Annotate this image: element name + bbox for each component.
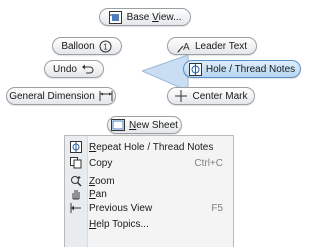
shortcut-label: Ctrl+C [194,157,223,169]
menu-item-label: Previous View [89,202,153,214]
menu-item-label: Copy [89,157,113,169]
center-mark-icon [174,89,188,103]
undo-button[interactable]: Undo [44,60,104,78]
menu-item-zoom[interactable]: Zoom [65,174,235,188]
balloon-label: Balloon [61,40,95,52]
shortcut-label: F5 [211,202,223,214]
zoom-icon [69,175,83,187]
hole-thread-notes-label: Hole / Thread Notes [205,63,296,75]
general-dimension-icon [99,89,113,103]
general-dimension-button[interactable]: General Dimension [6,87,116,105]
menu-item-repeat-hole-thread-notes[interactable]: Repeat Hole / Thread Notes [65,140,235,154]
hole-notes-icon [69,141,83,153]
menu-item-label: Help Topics... [89,218,149,230]
svg-text:A: A [183,42,190,53]
menu-item-previous-view[interactable]: Previous View F5 [65,201,235,215]
menu-item-pan[interactable]: Pan [65,187,235,201]
balloon-icon: 1 [99,39,113,53]
context-menu: Repeat Hole / Thread Notes Copy Ctrl+C Z… [64,135,234,247]
previous-view-icon [69,202,83,214]
menu-item-label: Pan [89,188,107,200]
leader-text-button[interactable]: A Leader Text [167,37,257,55]
menu-item-label: Repeat Hole / Thread Notes [89,141,214,153]
new-sheet-button[interactable]: New Sheet [107,116,182,134]
svg-text:1: 1 [103,42,108,51]
general-dimension-label: General Dimension [9,90,95,102]
hole-thread-notes-button[interactable]: Hole / Thread Notes [183,60,301,78]
menu-item-label: Zoom [89,175,115,187]
center-mark-label: Center Mark [192,90,248,102]
leader-text-label: Leader Text [194,40,248,52]
pan-icon [69,188,83,200]
base-view-label: Base View... [126,11,182,23]
new-sheet-icon [111,118,126,132]
menu-item-help-topics[interactable]: Help Topics... [65,217,235,231]
leader-text-icon: A [176,39,191,53]
new-sheet-label: New Sheet [129,119,178,131]
base-view-icon [109,10,123,24]
balloon-button[interactable]: Balloon 1 [52,37,122,55]
center-mark-button[interactable]: Center Mark [167,87,255,105]
copy-icon [69,157,83,169]
hole-notes-icon [188,62,202,76]
undo-icon [81,62,95,76]
menu-item-copy[interactable]: Copy Ctrl+C [65,156,235,170]
base-view-button[interactable]: Base View... [99,8,191,26]
undo-label: Undo [53,63,77,75]
